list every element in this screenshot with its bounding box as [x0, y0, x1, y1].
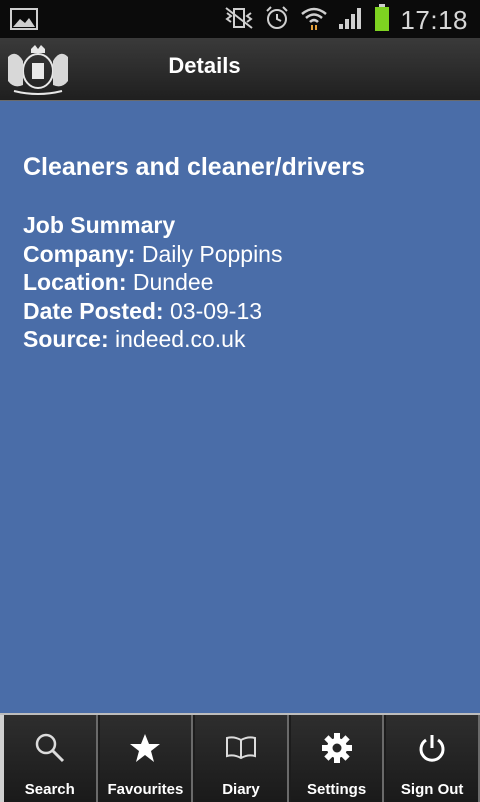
tab-search[interactable]: Search: [0, 715, 98, 802]
job-title: Cleaners and cleaner/drivers: [23, 153, 365, 181]
tab-sign-out-label: Sign Out: [400, 781, 464, 798]
source-label: Source:: [23, 326, 109, 352]
company-row: Company: Daily Poppins: [23, 240, 282, 269]
star-icon: [128, 731, 162, 765]
company-label: Company:: [23, 240, 136, 267]
gallery-notification-icon: [10, 8, 38, 35]
search-icon: [33, 731, 67, 765]
tab-diary[interactable]: Diary: [193, 715, 289, 802]
wifi-icon: [300, 5, 328, 36]
job-summary: Job Summary Company: Daily Poppins Locat…: [23, 211, 282, 354]
vibrate-mute-icon: [224, 6, 254, 35]
status-bar: 17:18: [0, 0, 480, 38]
location-row: Location: Dundee: [23, 268, 282, 297]
date-posted-row: Date Posted: 03-09-13: [23, 297, 282, 326]
tab-diary-label: Diary: [222, 781, 260, 798]
company-value: Daily Poppins: [141, 240, 283, 267]
source-row: Source: indeed.co.uk: [23, 325, 282, 354]
source-value: indeed.co.uk: [115, 326, 246, 352]
job-details-panel: Cleaners and cleaner/drivers Job Summary…: [0, 101, 480, 713]
tab-settings-label: Settings: [306, 781, 367, 798]
tab-favourites-label: Favourites: [107, 781, 184, 798]
app-header: Details: [0, 38, 480, 101]
power-icon: [415, 731, 449, 765]
battery-icon: [374, 4, 390, 37]
date-posted-value: 03-09-13: [169, 297, 263, 324]
bottom-tab-bar: Search Favourites Diary Settings Sign Ou…: [0, 713, 480, 802]
alarm-icon: [264, 5, 290, 36]
clock-time: 17:18: [400, 5, 468, 35]
location-value: Dundee: [132, 269, 214, 295]
page-title: Details: [168, 53, 241, 78]
tab-sign-out[interactable]: Sign Out: [384, 715, 480, 802]
gear-icon: [320, 731, 354, 765]
job-summary-heading: Job Summary: [23, 212, 176, 238]
location-label: Location:: [23, 269, 127, 295]
book-icon: [224, 731, 258, 765]
tab-search-label: Search: [24, 781, 75, 798]
tab-favourites[interactable]: Favourites: [97, 715, 194, 802]
signal-icon: [338, 6, 364, 35]
tab-settings[interactable]: Settings: [288, 715, 385, 802]
date-posted-label: Date Posted:: [23, 297, 164, 324]
